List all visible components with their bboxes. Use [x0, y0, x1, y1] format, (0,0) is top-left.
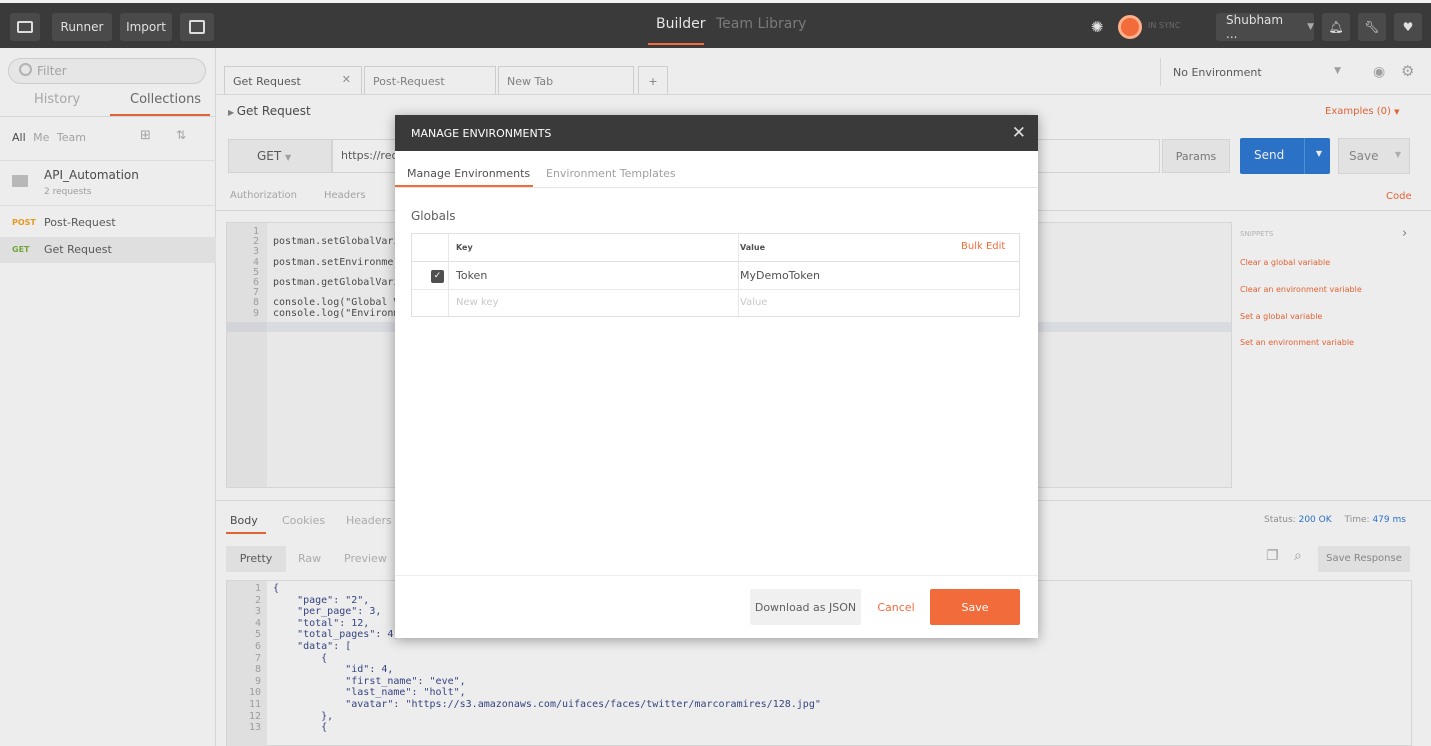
wrench-icon: 🔧︎: [1364, 20, 1380, 34]
sync-status-icon[interactable]: [1118, 15, 1142, 39]
bulk-edit-link[interactable]: Bulk Edit: [961, 241, 1005, 252]
divider: [395, 187, 1038, 188]
table-row-new: New key Value: [412, 290, 1019, 317]
table-row: ✓ Token MyDemoToken: [412, 262, 1019, 290]
bell-icon: 🔔︎: [1328, 20, 1344, 34]
tab-environment-templates[interactable]: Environment Templates: [546, 167, 676, 180]
cancel-button[interactable]: Cancel: [875, 589, 917, 625]
download-json-button[interactable]: Download as JSON: [750, 589, 861, 625]
builder-active-indicator: [648, 43, 704, 45]
notifications-button[interactable]: 🔔︎: [1322, 13, 1350, 41]
column-value: Value: [740, 243, 766, 252]
modal-header: MANAGE ENVIRONMENTS ✕: [395, 115, 1038, 151]
new-window-button[interactable]: [180, 13, 214, 41]
user-menu[interactable]: Shubham ... ▼: [1216, 13, 1314, 41]
value-cell[interactable]: MyDemoToken: [740, 269, 820, 282]
column-key: Key: [456, 243, 473, 252]
new-key-input[interactable]: New key: [456, 297, 499, 308]
tab-manage-environments[interactable]: Manage Environments: [407, 167, 530, 180]
import-button[interactable]: Import: [120, 13, 172, 41]
close-icon[interactable]: ✕: [1012, 123, 1026, 143]
heart-button[interactable]: ♥: [1394, 13, 1422, 41]
sidebar-toggle-icon: [17, 21, 33, 33]
heart-icon: ♥: [1402, 20, 1414, 34]
key-cell[interactable]: Token: [456, 269, 487, 282]
globals-table: Key Value Bulk Edit ✓ Token MyDemoToken …: [411, 233, 1020, 317]
section-title: Globals: [411, 209, 456, 223]
settings-button[interactable]: 🔧︎: [1358, 13, 1386, 41]
tab-builder[interactable]: Builder: [656, 16, 706, 32]
sync-status-text: IN SYNC: [1148, 21, 1181, 30]
user-name: Shubham ...: [1226, 13, 1284, 41]
row-enabled-checkbox[interactable]: ✓: [431, 270, 444, 283]
new-value-input[interactable]: Value: [740, 297, 767, 308]
runner-button[interactable]: Runner: [52, 13, 112, 41]
manage-environments-modal: MANAGE ENVIRONMENTS ✕ Manage Environment…: [395, 115, 1038, 638]
tab-team-library[interactable]: Team Library: [716, 16, 806, 32]
interceptor-icon[interactable]: ✺: [1084, 15, 1110, 39]
chevron-down-icon: ▼: [1307, 22, 1314, 32]
top-bar: Runner Import Builder Team Library ✺ IN …: [0, 0, 1431, 48]
modal-title: MANAGE ENVIRONMENTS: [411, 127, 552, 140]
sidebar-toggle-button[interactable]: [10, 13, 40, 41]
divider: [395, 575, 1038, 576]
table-header: Key Value Bulk Edit: [412, 234, 1019, 316]
new-window-icon: [189, 20, 205, 34]
save-button[interactable]: Save: [930, 589, 1020, 625]
